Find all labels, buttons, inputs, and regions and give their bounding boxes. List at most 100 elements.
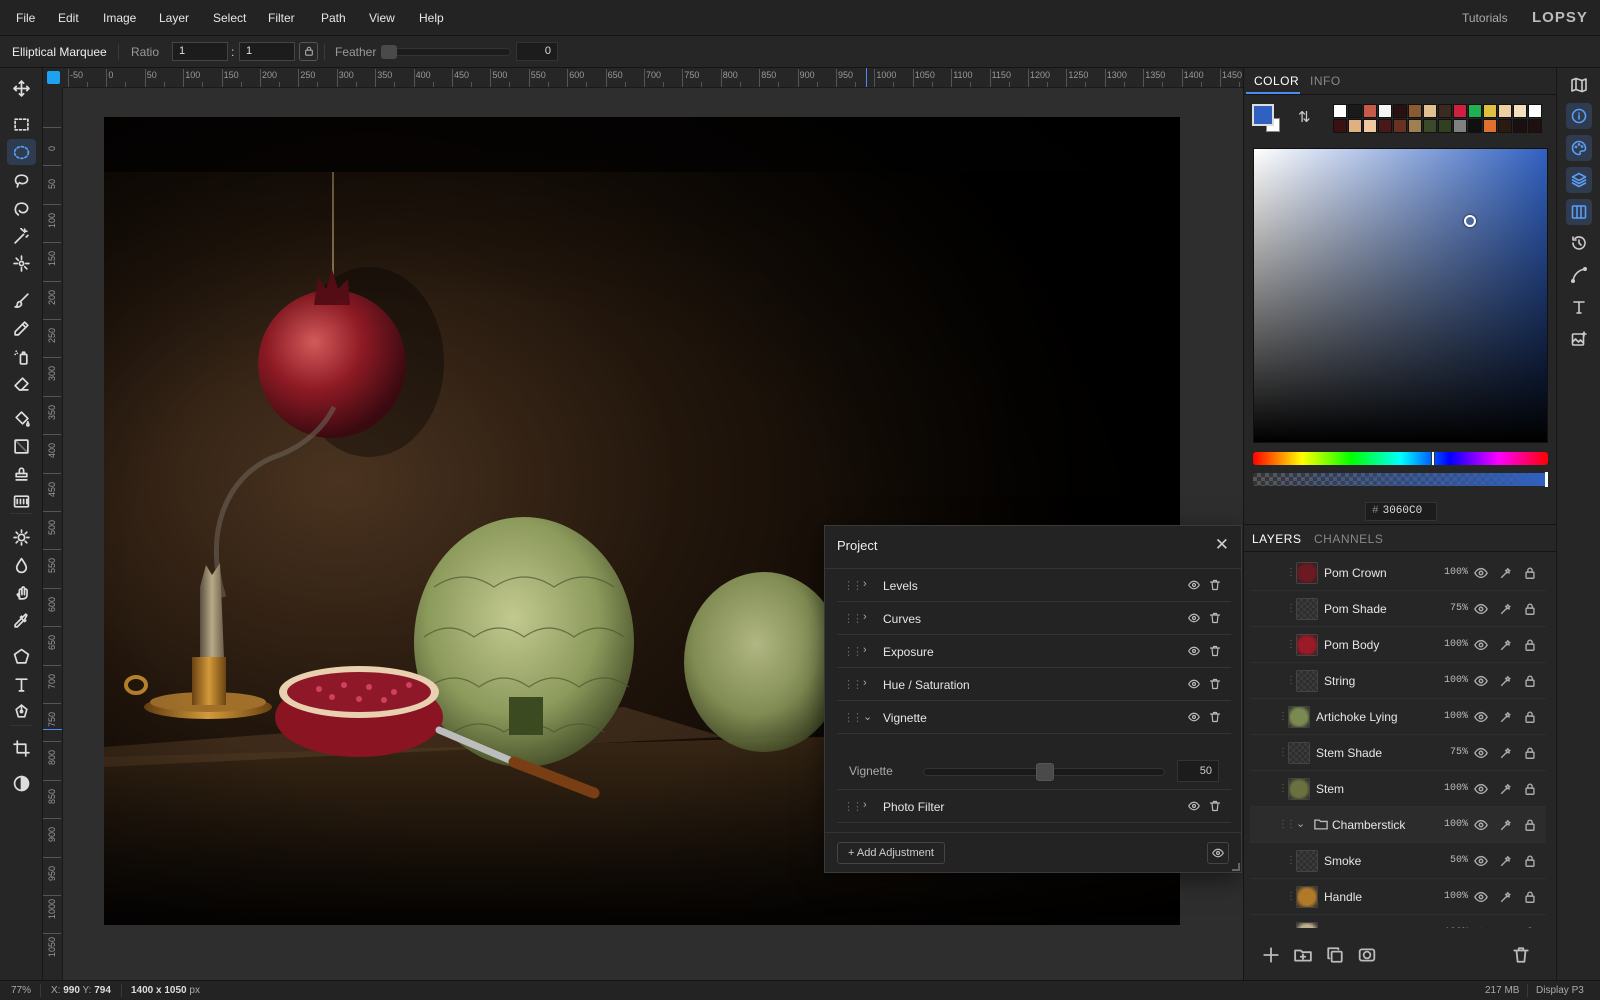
palette-swatch[interactable] — [1453, 119, 1467, 133]
eye-icon[interactable] — [1474, 890, 1488, 904]
menu-edit[interactable]: Edit — [58, 11, 79, 25]
smudge-tool[interactable] — [7, 579, 36, 605]
layer-row[interactable]: ⋮⋮ Pom Shade 75% — [1250, 591, 1546, 627]
layer-effects-icon[interactable] — [1499, 782, 1513, 796]
layer-effects-icon[interactable] — [1499, 818, 1513, 832]
eye-icon[interactable] — [1474, 566, 1488, 580]
saturation-value-picker[interactable] — [1253, 148, 1548, 443]
palette-swatch[interactable] — [1378, 104, 1392, 118]
chevron-right-icon[interactable]: › — [863, 644, 867, 656]
blur-tool[interactable] — [7, 552, 36, 578]
trash-icon[interactable] — [1209, 611, 1221, 625]
menu-view[interactable]: View — [369, 11, 395, 25]
layer-row[interactable]: ⋮⋮ Smoke 50% — [1250, 843, 1546, 879]
eye-icon[interactable] — [1187, 579, 1201, 591]
lock-icon[interactable] — [1523, 566, 1537, 580]
eye-icon[interactable] — [1474, 710, 1488, 724]
eye-icon[interactable] — [1187, 645, 1201, 657]
eyedropper-tool[interactable] — [7, 607, 36, 633]
lock-icon[interactable] — [1523, 926, 1537, 928]
palette-swatch[interactable] — [1528, 104, 1542, 118]
chevron-right-icon[interactable]: › — [863, 578, 867, 590]
layer-effects-icon[interactable] — [1499, 746, 1513, 760]
chevron-down-icon[interactable]: ⌄ — [1296, 817, 1305, 830]
palette-swatch[interactable] — [1438, 119, 1452, 133]
menu-select[interactable]: Select — [213, 11, 246, 25]
palette-swatch[interactable] — [1483, 104, 1497, 118]
hue-slider-thumb[interactable] — [1431, 451, 1435, 466]
palette-swatch[interactable] — [1498, 119, 1512, 133]
palette-swatch[interactable] — [1438, 104, 1452, 118]
layer-row[interactable]: ⋮⋮Candle100% — [1250, 915, 1546, 928]
new-group-button[interactable] — [1294, 946, 1312, 964]
lock-icon[interactable] — [1523, 890, 1537, 904]
palette-swatch[interactable] — [1393, 104, 1407, 118]
drag-handle-icon[interactable]: ⋮⋮ — [843, 678, 863, 691]
feather-value-input[interactable]: 0 — [516, 42, 558, 61]
chevron-right-icon[interactable]: › — [863, 677, 867, 689]
layer-name[interactable]: Stem — [1316, 782, 1344, 796]
layer-opacity[interactable]: 50% — [1434, 855, 1468, 866]
paint-bucket-tool[interactable] — [7, 405, 36, 431]
ruler-origin-marker[interactable] — [47, 71, 60, 84]
palette-swatch[interactable] — [1513, 119, 1527, 133]
drag-handle-icon[interactable]: ⋮⋮ — [843, 645, 863, 658]
layer-opacity[interactable]: 100% — [1434, 783, 1468, 794]
ruler-corner[interactable] — [43, 68, 63, 88]
horizontal-ruler[interactable]: -50 0 50 100 150 200 250 300 350 400 450 500 550 600 6… — [63, 68, 1243, 88]
spray-tool[interactable] — [7, 343, 36, 369]
ratio-width-input[interactable]: 1 — [172, 42, 228, 61]
layer-name[interactable]: Pom Crown — [1324, 566, 1387, 580]
lock-icon[interactable] — [1523, 638, 1537, 652]
move-tool[interactable] — [7, 75, 36, 101]
trash-icon[interactable] — [1209, 644, 1221, 658]
palette-swatch[interactable] — [1378, 119, 1392, 133]
feather-slider-thumb[interactable] — [381, 45, 397, 59]
tutorials-link[interactable]: Tutorials — [1462, 11, 1508, 25]
adjustment-row[interactable]: ⋮⋮ › Levels — [837, 569, 1231, 602]
adjustment-row[interactable]: ⋮⋮ › Exposure — [837, 635, 1231, 668]
paths-panel-button[interactable] — [1566, 262, 1592, 288]
palette-swatch[interactable] — [1468, 104, 1482, 118]
chevron-down-icon[interactable]: ⌄ — [863, 710, 872, 723]
stamp-tool[interactable] — [7, 460, 36, 486]
pen-tool[interactable] — [7, 698, 36, 724]
alpha-slider[interactable] — [1253, 472, 1548, 487]
layer-row[interactable]: ⋮⋮ Stem Shade 75% — [1250, 735, 1546, 771]
palette-swatch[interactable] — [1483, 119, 1497, 133]
palette-swatch[interactable] — [1453, 104, 1467, 118]
layers-list[interactable]: ⋮⋮ Pom Crown 100% ⋮⋮ Pom Shade 75% ⋮⋮ Pom Body 1… — [1250, 555, 1552, 928]
layer-effects-icon[interactable] — [1499, 566, 1513, 580]
eye-icon[interactable] — [1474, 926, 1488, 928]
hex-color-input[interactable]: #3060C0 — [1365, 502, 1437, 521]
adjustment-row[interactable]: ⋮⋮ › Photo Filter — [837, 790, 1231, 823]
layer-name[interactable]: Candle — [1324, 926, 1362, 928]
menu-layer[interactable]: Layer — [159, 11, 189, 25]
layer-effects-icon[interactable] — [1499, 602, 1513, 616]
history-panel-button[interactable] — [1566, 230, 1592, 256]
layer-name[interactable]: String — [1324, 674, 1355, 688]
drag-handle-icon[interactable]: ⋮⋮ — [843, 800, 863, 813]
quick-select-tool[interactable] — [7, 250, 36, 276]
swap-colors-icon[interactable]: ⇅ — [1298, 108, 1311, 126]
foreground-color-swatch[interactable] — [1252, 104, 1274, 126]
layer-opacity[interactable]: 75% — [1434, 747, 1468, 758]
dodge-tool[interactable] — [7, 524, 36, 550]
trash-icon[interactable] — [1209, 710, 1221, 724]
layer-name[interactable]: Stem Shade — [1316, 746, 1382, 760]
layer-name[interactable]: Handle — [1324, 890, 1362, 904]
layer-name[interactable]: Artichoke Lying — [1316, 710, 1398, 724]
palette-swatch[interactable] — [1408, 104, 1422, 118]
menu-file[interactable]: File — [16, 11, 35, 25]
ratio-lock-button[interactable] — [299, 42, 318, 61]
layer-row[interactable]: ⋮⋮ String 100% — [1250, 663, 1546, 699]
text-tool[interactable] — [7, 671, 36, 697]
tab-channels[interactable]: CHANNELS — [1314, 532, 1383, 546]
layer-effects-icon[interactable] — [1499, 854, 1513, 868]
layer-effects-icon[interactable] — [1499, 638, 1513, 652]
trash-icon[interactable] — [1209, 677, 1221, 691]
layer-opacity[interactable]: 100% — [1434, 675, 1468, 686]
lock-icon[interactable] — [1523, 818, 1537, 832]
menu-image[interactable]: Image — [103, 11, 136, 25]
layer-opacity[interactable]: 75% — [1434, 603, 1468, 614]
